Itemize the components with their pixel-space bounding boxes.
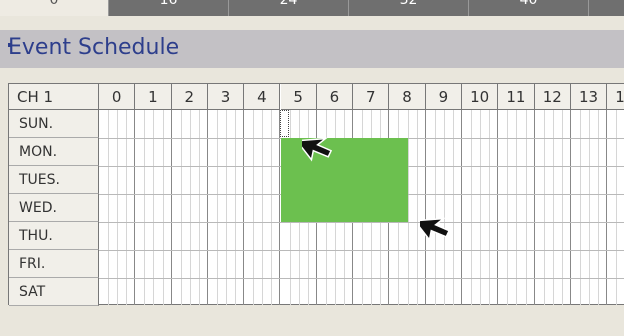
channel-label: CH 1 [9,84,99,110]
hour-column [607,110,624,305]
hour-column [135,110,172,305]
day-label-mon[interactable]: MON. [9,138,99,166]
hour-header-13: 13 [570,84,608,110]
grid-row-line [99,278,624,279]
hour-header-11: 11 [498,84,535,110]
hour-header-12: 12 [534,84,571,110]
day-label-wed[interactable]: WED. [9,194,99,222]
hour-header-4: 4 [244,84,281,110]
day-label-sun[interactable]: SUN. [9,110,99,138]
grid-row-line [99,222,624,223]
hour-header-6: 6 [316,84,354,110]
top-tab-32[interactable]: 32 [348,0,468,16]
hour-header-14: 14 [607,84,624,110]
hour-column [571,110,608,305]
hour-header-9: 9 [425,84,462,110]
hour-column [208,110,245,305]
hour-column [244,110,281,305]
top-tab-16[interactable]: 16 [108,0,228,16]
drag-start-marker [279,110,289,137]
hour-column [462,110,499,305]
hour-header-7: 7 [353,84,390,110]
schedule-grid[interactable]: CH 1 01234567891011121314 SUN.MON.TUES.W… [8,83,624,306]
day-label-sat[interactable]: SAT [9,278,99,306]
hour-header-8: 8 [389,84,426,110]
bottom-panel [0,308,624,336]
hour-header-1: 1 [135,84,172,110]
hour-column [172,110,208,305]
hour-header-0: 0 [99,84,136,110]
day-label-tues[interactable]: TUES. [9,166,99,194]
top-tab-24[interactable]: 24 [228,0,348,16]
scheduled-event-block[interactable] [280,138,408,222]
hour-header-3: 3 [207,84,245,110]
grid-row-line [99,250,624,251]
hour-header-5: 5 [280,84,317,110]
hour-column [99,110,136,305]
top-tab-0[interactable]: 0 [0,0,108,16]
title-bar: Event Schedule [0,30,624,68]
drag-end-cursor-icon [420,217,451,242]
hour-column [498,110,535,305]
top-tab-40[interactable]: 40 [468,0,588,16]
day-label-fri[interactable]: FRI. [9,250,99,278]
hour-header-10: 10 [462,84,499,110]
drag-start-cursor-icon [302,137,333,162]
page-title: Event Schedule [8,35,180,60]
top-tab-more[interactable] [588,0,624,16]
hour-header-2: 2 [171,84,208,110]
hour-column [535,110,571,305]
top-tab-strip: 0 16 24 32 40 [0,0,624,18]
day-label-thu[interactable]: THU. [9,222,99,250]
